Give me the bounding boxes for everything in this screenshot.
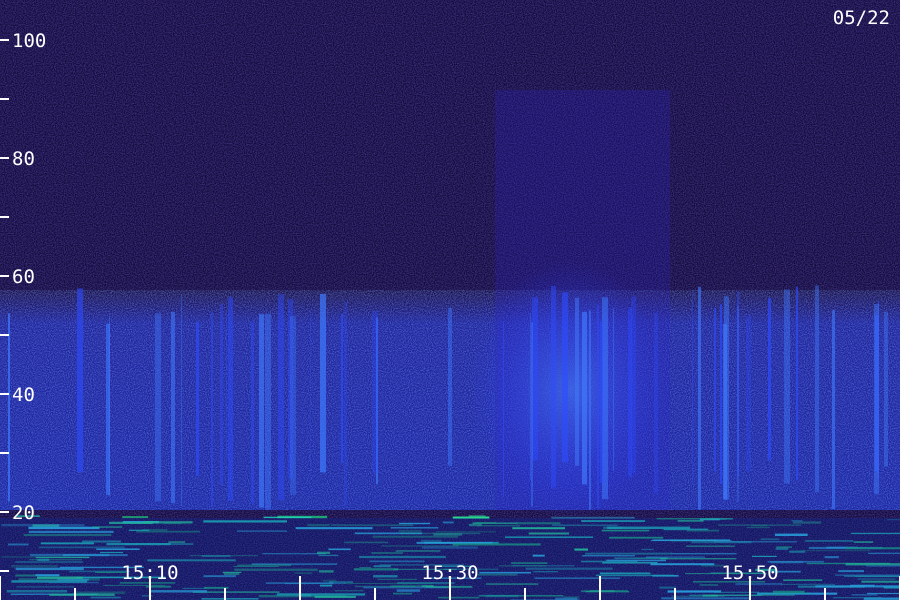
streak [768,298,771,461]
streak [874,304,879,495]
x-tick [224,588,226,600]
streak [613,307,614,471]
streak [692,290,693,485]
x-tick [524,588,526,600]
streak [310,309,311,480]
x-tick [299,576,301,600]
y-tick-minor [0,98,9,100]
streak [815,285,819,492]
streak [448,307,452,466]
y-tick-label: 80 [12,148,35,170]
streak [582,311,587,485]
streak [196,321,199,476]
streak [832,310,835,510]
streak [109,315,110,496]
streak [575,297,579,466]
streak [278,294,284,501]
x-tick [599,576,601,600]
streak [530,312,531,480]
streak [344,301,347,508]
streak [784,289,790,484]
y-tick-label: 40 [12,384,35,406]
streak [654,312,658,495]
streak [341,313,343,463]
x-tick [824,588,826,600]
streak [251,321,254,504]
streak [746,315,751,472]
streak [155,313,161,502]
streak [290,316,296,495]
y-tick-minor [0,452,9,454]
spectrogram-chart: 20 40 60 80 100 15:10 15:30 15:50 05/22 [0,0,900,600]
streak [320,294,326,473]
x-tick [74,588,76,600]
streak [211,311,213,507]
streak [531,322,533,507]
streak [720,304,722,484]
y-tick-minor [0,216,9,218]
y-tick-major [0,511,9,513]
x-tick-label: 15:50 [721,562,778,584]
y-tick-major [0,393,9,395]
streak [589,310,591,510]
streak [8,313,10,502]
streak [723,324,727,500]
streak [884,311,888,467]
date-label: 05/22 [833,7,890,29]
streak [714,308,716,472]
streak [698,286,701,510]
streak [259,314,264,508]
y-tick-minor [0,334,9,336]
streak [181,293,182,506]
x-tick-label: 15:10 [121,562,178,584]
streak [265,313,271,510]
x-tick [674,588,676,600]
y-tick-label: 60 [12,266,35,288]
x-tick [0,576,1,600]
y-tick-minor [0,570,9,572]
y-tick-label: 100 [12,30,46,52]
floor-segment [263,516,312,519]
streak [737,306,739,503]
streak [562,292,568,463]
y-tick-major [0,275,9,277]
streak [600,321,603,484]
y-tick-major [0,39,9,41]
streak [220,304,223,485]
streak [372,311,378,474]
streak [551,285,556,488]
y-tick-major [0,157,9,159]
streak [171,311,175,504]
streak [631,296,636,474]
streak [226,311,227,461]
streak [228,297,233,501]
streak [107,324,108,481]
y-tick-label: 20 [12,502,35,524]
floor-segment [122,516,149,519]
x-tick [374,588,376,600]
streak [597,304,599,508]
streak [503,321,504,498]
streak [796,286,798,481]
streak [77,288,83,473]
x-tick-label: 15:30 [421,562,478,584]
